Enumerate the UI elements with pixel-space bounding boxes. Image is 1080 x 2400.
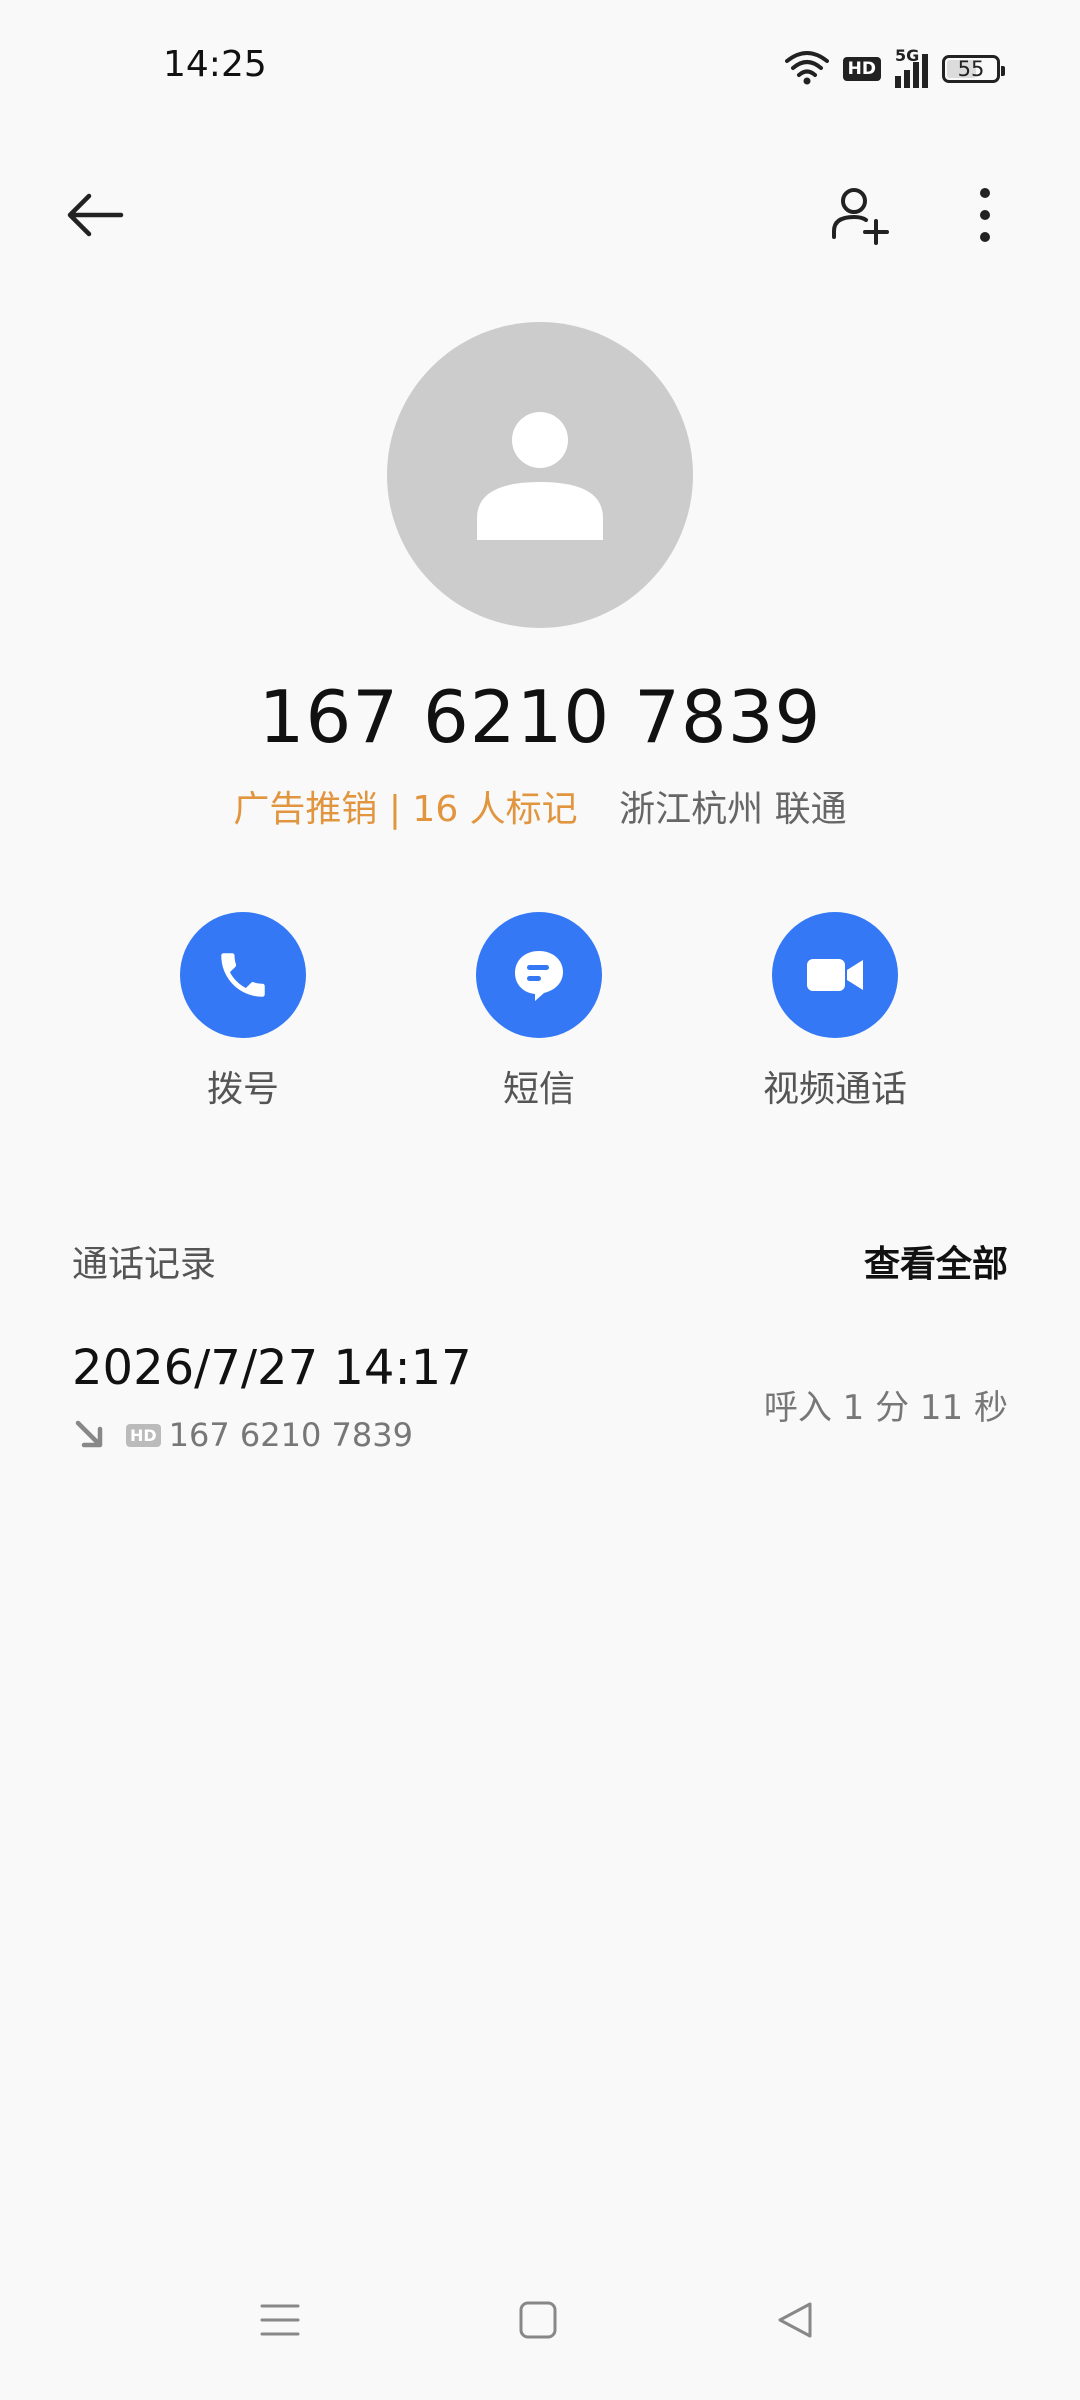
video-call-action[interactable]: 视频通话 xyxy=(715,912,955,1112)
call-log-item[interactable]: 2026/7/27 14:17 HD 167 6210 7839 呼入 1 分 … xyxy=(72,1340,1008,1460)
menu-icon xyxy=(260,2304,300,2336)
home-icon xyxy=(519,2301,557,2339)
call-label: 拨号 xyxy=(206,1069,279,1110)
call-sub-line: HD 167 6210 7839 xyxy=(72,1416,413,1454)
incoming-call-icon xyxy=(75,1420,103,1448)
wifi-icon xyxy=(784,49,829,89)
home-button[interactable] xyxy=(488,2280,588,2360)
hd-icon: HD xyxy=(126,1423,161,1447)
person-icon xyxy=(477,412,603,540)
call-log-header: 通话记录 查看全部 xyxy=(72,1235,1008,1285)
add-contact-button[interactable] xyxy=(815,170,905,260)
video-icon xyxy=(807,959,863,991)
avatar xyxy=(387,322,693,628)
video-call-button[interactable] xyxy=(772,912,898,1038)
call-log-title: 通话记录 xyxy=(72,1244,217,1285)
add-contact-icon xyxy=(832,188,889,245)
back-triangle-icon xyxy=(778,2302,812,2338)
contact-detail-screen: 14:25 HD 5G 55 167 6210 7839 广告推销 | 16 人… xyxy=(0,0,1080,2400)
signal-5g-icon: 5G xyxy=(895,46,928,88)
phone-icon xyxy=(221,953,265,997)
contact-tag-line: 广告推销 | 16 人标记 浙江杭州 联通 xyxy=(0,780,1080,832)
battery-icon: 55 xyxy=(942,55,1005,83)
number-location: 浙江杭州 联通 xyxy=(619,789,847,830)
battery-level: 55 xyxy=(957,57,985,81)
sms-label: 短信 xyxy=(502,1069,575,1110)
call-type-duration: 呼入 1 分 11 秒 xyxy=(763,1388,1008,1428)
sms-button[interactable] xyxy=(476,912,602,1038)
recent-apps-button[interactable] xyxy=(230,2280,330,2360)
back-arrow-icon xyxy=(67,193,124,237)
status-bar: 14:25 HD 5G 55 xyxy=(0,0,1080,140)
video-call-label: 视频通话 xyxy=(762,1069,907,1110)
top-app-bar xyxy=(0,170,1080,260)
hd-icon: HD xyxy=(842,57,881,81)
call-action[interactable]: 拨号 xyxy=(123,912,363,1112)
status-time: 14:25 xyxy=(163,44,267,85)
system-back-button[interactable] xyxy=(745,2280,845,2360)
view-all-button[interactable]: 查看全部 xyxy=(864,1235,1008,1287)
contact-number: 167 6210 7839 xyxy=(258,675,822,759)
status-icons: HD 5G 55 xyxy=(784,46,1005,92)
back-button[interactable] xyxy=(50,170,140,260)
call-button[interactable] xyxy=(180,912,306,1038)
call-datetime: 2026/7/27 14:17 xyxy=(72,1340,472,1396)
spam-tag: 广告推销 | 16 人标记 xyxy=(233,789,578,830)
call-number: 167 6210 7839 xyxy=(168,1416,413,1454)
more-vertical-icon xyxy=(980,188,990,242)
message-icon xyxy=(515,951,563,1001)
more-options-button[interactable] xyxy=(940,170,1030,260)
sms-action[interactable]: 短信 xyxy=(419,912,659,1112)
navigation-bar xyxy=(0,2250,1080,2400)
